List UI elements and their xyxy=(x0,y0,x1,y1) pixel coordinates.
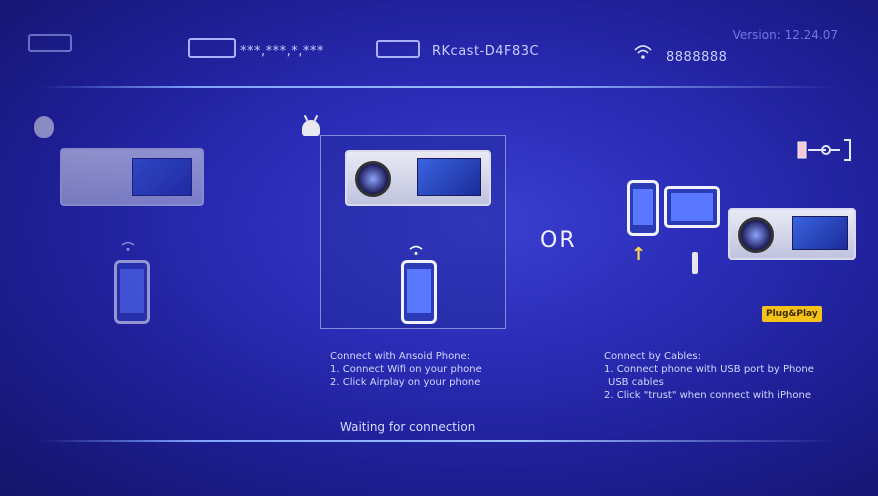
bottom-divider xyxy=(40,440,838,442)
apple-icon xyxy=(34,116,54,138)
network-icon xyxy=(188,38,236,58)
android-instructions: Connect with Ansoid Phone: 1. Connect Wi… xyxy=(330,350,482,389)
cable-title: Connect by Cables: xyxy=(604,351,701,362)
wifi-icon-center xyxy=(407,244,425,260)
device-icon xyxy=(376,40,420,58)
projector-left xyxy=(60,148,204,206)
version-label: Version: 12.24.07 xyxy=(732,28,838,42)
projector-center xyxy=(345,150,491,206)
cable-step-1b: USB cables xyxy=(608,377,664,388)
cable-instructions: Connect by Cables: 1. Connect phone with… xyxy=(604,350,814,402)
network-password: ***,***,*,*** xyxy=(240,44,324,59)
tablet-right xyxy=(664,186,720,228)
waiting-status: Waiting for connection xyxy=(340,420,476,434)
or-label: OR xyxy=(540,228,577,253)
wifi-icon xyxy=(634,44,652,64)
phone-center xyxy=(401,260,437,324)
left-status-icon xyxy=(28,34,72,52)
cable-step-1: 1. Connect phone with USB port by Phone xyxy=(604,364,814,375)
device-name: RKcast-D4F83C xyxy=(432,44,540,59)
usb-connector-icon xyxy=(692,252,698,274)
android-step-2: 2. Click Airplay on your phone xyxy=(330,377,481,388)
cable-icon xyxy=(796,136,856,166)
phone-right xyxy=(627,180,659,236)
arrow-up-icon: ↑ xyxy=(631,244,647,265)
wifi-icon-left xyxy=(120,240,136,256)
android-step-1: 1. Connect Wifi on your phone xyxy=(330,364,482,375)
plug-play-badge: Plug&Play xyxy=(762,306,822,322)
top-divider xyxy=(40,86,838,88)
android-title: Connect with Ansoid Phone: xyxy=(330,351,471,362)
wifi-password: 8888888 xyxy=(666,50,728,65)
android-icon xyxy=(302,120,320,136)
android-panel[interactable] xyxy=(320,135,506,329)
projector-right xyxy=(728,208,856,260)
phone-left xyxy=(114,260,150,324)
cable-step-2: 2. Click "trust" when connect with iPhon… xyxy=(604,390,811,401)
